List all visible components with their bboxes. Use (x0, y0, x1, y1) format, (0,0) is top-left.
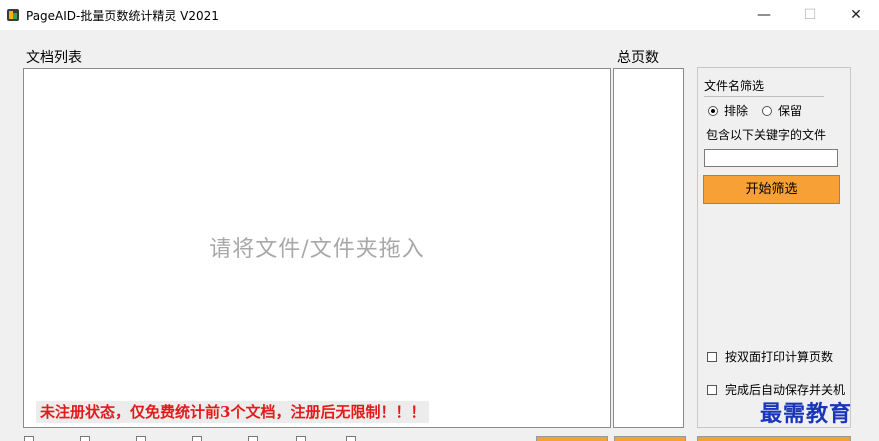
bottom-checkbox[interactable] (192, 436, 202, 441)
bottom-action-button[interactable] (697, 436, 851, 441)
keep-radio-label: 保留 (778, 104, 803, 118)
group-divider (704, 96, 824, 97)
window-title: PageAID-批量页数统计精灵 V2021 (26, 9, 219, 23)
bottom-checkbox[interactable] (346, 436, 356, 441)
maximize-button[interactable]: ☐ (787, 0, 833, 30)
duplex-option[interactable]: 按双面打印计算页数 (707, 348, 833, 365)
total-pages-label: 总页数 (617, 50, 659, 66)
duplex-label: 按双面打印计算页数 (725, 350, 834, 364)
bottom-action-button[interactable] (536, 436, 608, 441)
start-filter-button[interactable]: 开始筛选 (703, 175, 840, 204)
document-list[interactable]: 请将文件/文件夹拖入 未注册状态，仅免费统计前3个文档，注册后无限制！！！ (23, 68, 611, 428)
autosave-checkbox[interactable] (707, 384, 717, 395)
exclude-radio-label: 排除 (724, 104, 749, 118)
minimize-button[interactable]: — (741, 0, 787, 30)
filter-panel: 文件名筛选 排除 保留 包含以下关键字的文件 开始筛选 按双面打印计算页数 完成… (697, 67, 851, 428)
bottom-action-button[interactable] (614, 436, 686, 441)
filter-group-title: 文件名筛选 (704, 79, 765, 93)
bottom-checkbox[interactable] (136, 436, 146, 441)
exclude-radio-option[interactable]: 排除 (708, 102, 748, 119)
keyword-label: 包含以下关键字的文件 (706, 128, 827, 142)
exclude-radio[interactable] (708, 105, 718, 116)
bottom-checkbox[interactable] (296, 436, 306, 441)
keyword-input[interactable] (704, 149, 838, 167)
keep-radio[interactable] (762, 105, 773, 116)
app-icon (7, 9, 19, 21)
title-bar: PageAID-批量页数统计精灵 V2021 — ☐ ✕ (0, 0, 879, 30)
filter-mode-group: 排除 保留 (708, 102, 802, 119)
bottom-checkbox[interactable] (80, 436, 90, 441)
drop-hint: 请将文件/文件夹拖入 (209, 237, 425, 262)
bottom-checkbox[interactable] (24, 436, 34, 441)
unregistered-warning: 未注册状态，仅免费统计前3个文档，注册后无限制！！！ (36, 401, 430, 423)
watermark: 最需教育 (760, 401, 853, 427)
duplex-checkbox[interactable] (707, 351, 717, 362)
total-pages-column[interactable] (613, 68, 684, 428)
bottom-checkbox[interactable] (248, 436, 258, 441)
document-list-label: 文档列表 (26, 50, 82, 66)
keep-radio-option[interactable]: 保留 (762, 102, 802, 119)
close-button[interactable]: ✕ (833, 0, 879, 30)
